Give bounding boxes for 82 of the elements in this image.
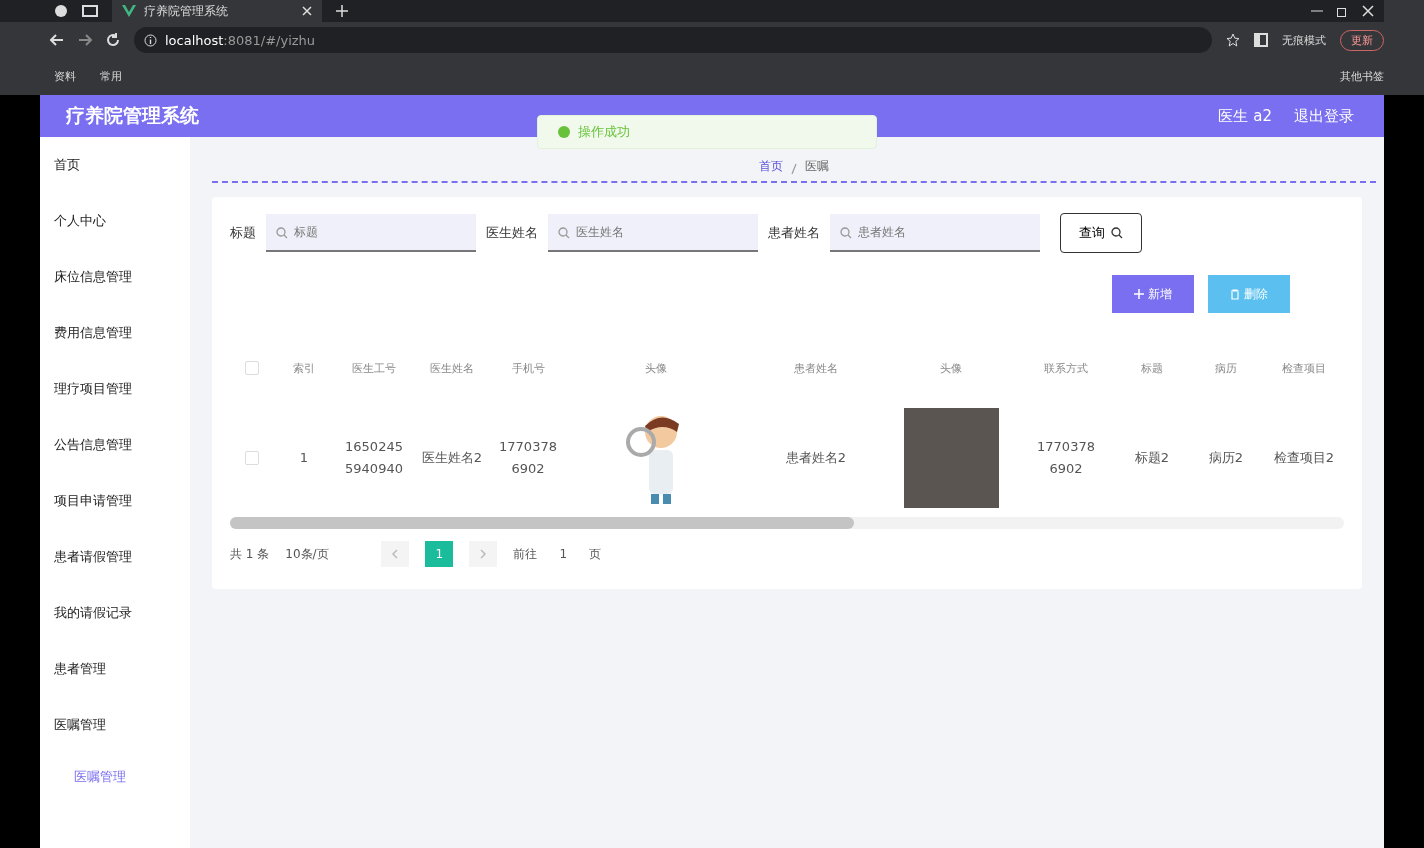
- sidebar-item[interactable]: 医嘱管理: [40, 697, 190, 753]
- reload-icon[interactable]: [106, 33, 120, 47]
- sidebar-item[interactable]: 费用信息管理: [40, 305, 190, 361]
- search-icon: [840, 227, 852, 239]
- close-icon[interactable]: [302, 6, 312, 16]
- table-cell-text: 病历2: [1208, 448, 1244, 467]
- field-label: 标题: [230, 224, 256, 242]
- address-bar[interactable]: localhost:8081/#/yizhu: [134, 27, 1212, 53]
- column-header[interactable]: 医生姓名: [414, 360, 490, 376]
- table-cell-text: 1: [299, 448, 309, 467]
- column-header[interactable]: 联系方式: [1016, 360, 1116, 376]
- goto-label: 前往: [513, 545, 538, 563]
- sidebar-item[interactable]: 理疗项目管理: [40, 361, 190, 417]
- vue-logo-icon: [122, 5, 136, 17]
- info-icon[interactable]: [144, 33, 157, 47]
- sidebar-item[interactable]: 床位信息管理: [40, 249, 190, 305]
- checkbox[interactable]: [245, 451, 259, 465]
- checkbox[interactable]: [245, 361, 259, 375]
- tab-title: 疗养院管理系统: [144, 2, 228, 20]
- column-header[interactable]: 病历: [1188, 360, 1264, 376]
- total-count: 共 1 条: [230, 545, 270, 563]
- bookmark[interactable]: 其他书签: [1340, 68, 1384, 84]
- table-cell-text: 16502455940940: [344, 437, 404, 478]
- success-icon: [558, 126, 570, 138]
- page-size-select[interactable]: 10条/页: [285, 545, 366, 563]
- sidebar-item[interactable]: 个人中心: [40, 193, 190, 249]
- url-text: localhost:8081/#/yizhu: [165, 32, 316, 48]
- field-label: 医生姓名: [486, 224, 538, 242]
- plus-icon: [1134, 289, 1144, 299]
- search-field[interactable]: 患者姓名: [830, 214, 1040, 252]
- column-header[interactable]: 索引: [274, 360, 334, 376]
- sidebar-item[interactable]: 首页: [40, 137, 190, 193]
- trash-icon: [1230, 288, 1240, 300]
- table-cell-text: 医生姓名2: [421, 448, 483, 467]
- column-header[interactable]: 手机号: [490, 360, 566, 376]
- search-icon: [276, 227, 288, 239]
- bookmark[interactable]: 资料: [54, 68, 76, 84]
- new-tab-icon[interactable]: [336, 5, 348, 17]
- table-cell-text: 17703786902: [1036, 437, 1096, 478]
- restore-icon[interactable]: [1337, 5, 1348, 17]
- query-button[interactable]: 查询: [1060, 213, 1142, 253]
- page-suffix: 页: [589, 545, 602, 563]
- sidebar-subitem[interactable]: 医嘱管理: [40, 753, 190, 801]
- sidebar-item[interactable]: 患者请假管理: [40, 529, 190, 585]
- table-cell-text: 检查项目2: [1273, 448, 1335, 467]
- forward-icon[interactable]: [78, 34, 92, 46]
- column-header[interactable]: 标题: [1116, 360, 1188, 376]
- sidebar-item[interactable]: 患者管理: [40, 641, 190, 697]
- incognito-badge[interactable]: 无痕模式: [1282, 32, 1326, 48]
- table-cell-text: 17703786902: [498, 437, 558, 478]
- column-header[interactable]: 头像: [566, 360, 746, 376]
- table-cell-text: 标题2: [1134, 448, 1170, 467]
- sidebar-item[interactable]: 公告信息管理: [40, 417, 190, 473]
- bookmark[interactable]: 常用: [100, 68, 122, 84]
- breadcrumb-item[interactable]: 首页: [759, 158, 783, 175]
- user-name: 医生 a2: [1218, 106, 1272, 126]
- search-field[interactable]: 标题: [266, 214, 476, 252]
- toast-message: 操作成功: [578, 123, 630, 141]
- column-header[interactable]: 检查项目: [1264, 360, 1344, 376]
- add-button[interactable]: 新增: [1112, 275, 1194, 313]
- search-field[interactable]: 医生姓名: [548, 214, 758, 252]
- browser-tab[interactable]: 疗养院管理系统: [112, 0, 322, 22]
- search-icon: [558, 227, 570, 239]
- sidebar-item[interactable]: 项目申请管理: [40, 473, 190, 529]
- page-input[interactable]: 1: [553, 547, 574, 561]
- star-icon[interactable]: [1226, 33, 1240, 47]
- scrollbar-thumb[interactable]: [230, 517, 854, 529]
- field-label: 患者姓名: [768, 224, 820, 242]
- column-header[interactable]: 患者姓名: [746, 360, 886, 376]
- table-cell-text: 患者姓名2: [785, 448, 847, 467]
- search-icon: [1111, 227, 1123, 239]
- app-title: 疗养院管理系统: [66, 103, 199, 128]
- sidebar-item[interactable]: 我的请假记录: [40, 585, 190, 641]
- column-header[interactable]: 医生工号: [334, 360, 414, 376]
- breadcrumb-separator-icon: [791, 163, 797, 175]
- breadcrumb-item[interactable]: 医嘱: [805, 158, 829, 175]
- side-panel-icon[interactable]: [1254, 33, 1268, 47]
- close-icon[interactable]: [1362, 5, 1374, 17]
- back-icon[interactable]: [50, 34, 64, 46]
- logout-link[interactable]: 退出登录: [1294, 106, 1354, 126]
- window-icon[interactable]: [82, 5, 98, 17]
- column-header[interactable]: 头像: [886, 360, 1016, 376]
